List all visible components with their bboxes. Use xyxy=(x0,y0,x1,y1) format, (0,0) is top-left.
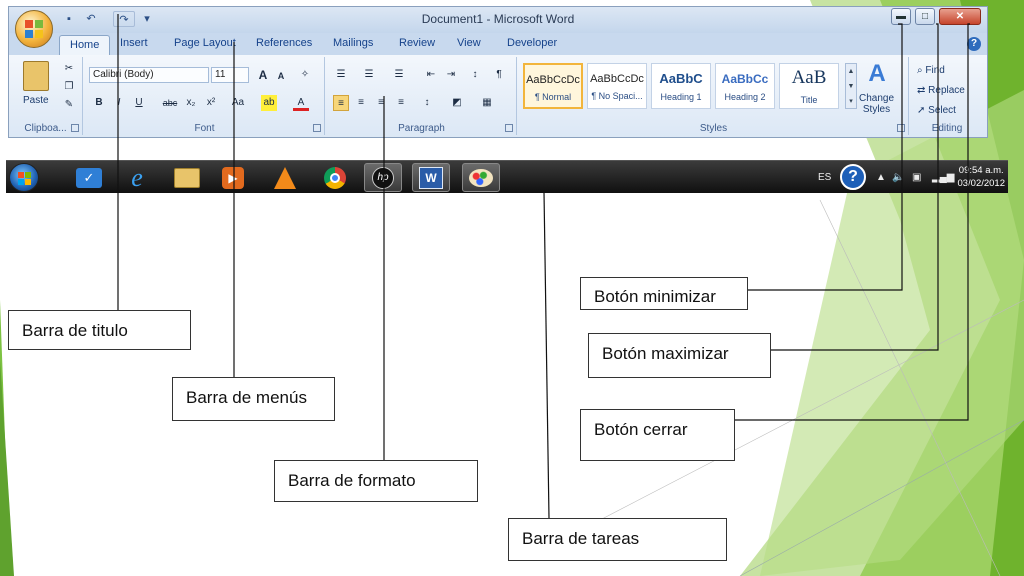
office-logo-icon xyxy=(25,20,43,38)
slide: Document1 - Microsoft Word ▪ ↶ ↷ ▾ ▬ □ ✕… xyxy=(0,0,1024,576)
label-text: Barra de tareas xyxy=(522,529,640,548)
office-button[interactable] xyxy=(15,10,53,48)
label-text: Barra de formato xyxy=(288,471,416,490)
label-text: Barra de menús xyxy=(186,388,307,407)
label-maximize: Botón maximizar xyxy=(588,333,771,378)
label-text: Botón maximizar xyxy=(602,344,729,363)
label-text: Botón cerrar xyxy=(594,420,688,439)
callout-lines xyxy=(117,14,970,519)
label-title-bar: Barra de titulo xyxy=(8,310,191,350)
label-minimize: Botón minimizar xyxy=(580,277,748,310)
label-text: Botón minimizar xyxy=(594,287,716,306)
label-format-bar: Barra de formato xyxy=(274,460,478,502)
label-text: Barra de titulo xyxy=(22,321,128,340)
label-close: Botón cerrar xyxy=(580,409,735,461)
label-taskbar: Barra de tareas xyxy=(508,518,727,561)
label-menu-bar: Barra de menús xyxy=(172,377,335,421)
